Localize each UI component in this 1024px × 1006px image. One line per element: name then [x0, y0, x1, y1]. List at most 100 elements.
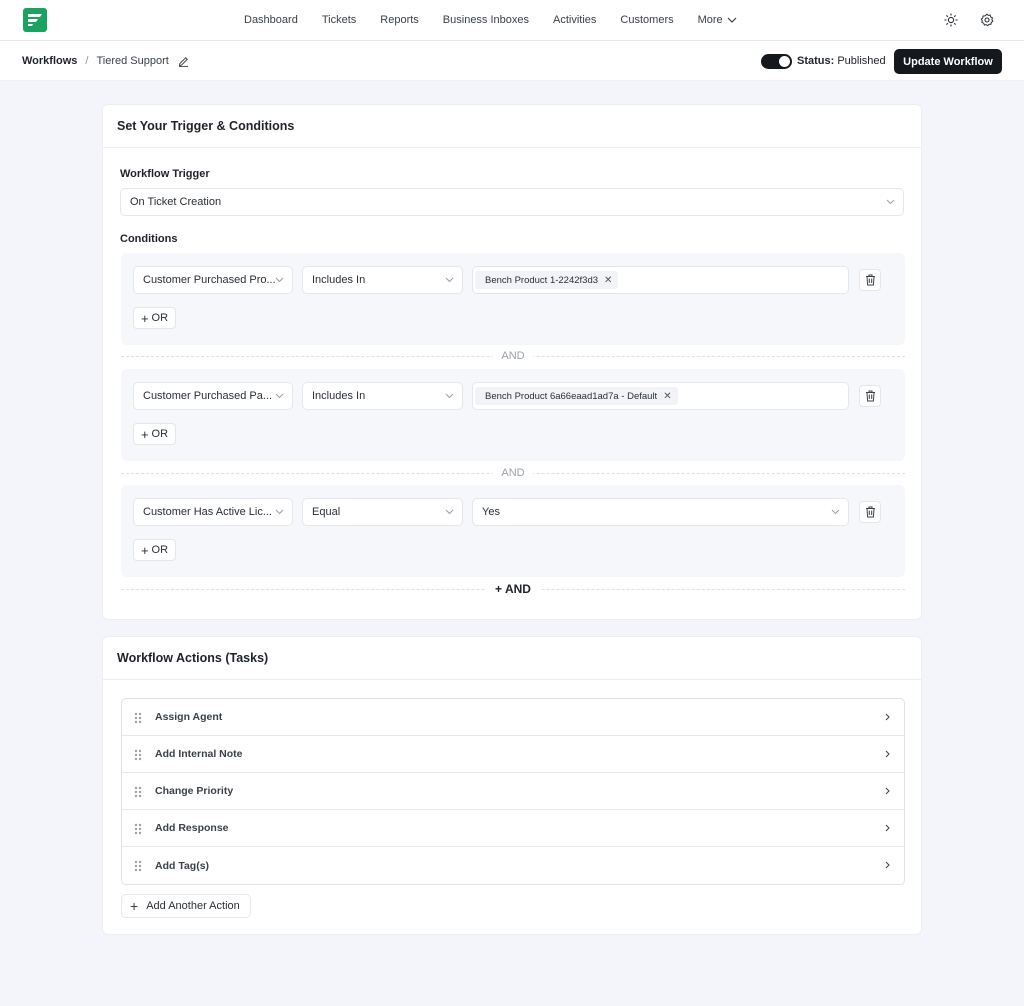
chevron-right-icon — [885, 824, 890, 832]
drag-handle-icon[interactable] — [134, 823, 142, 835]
trash-icon — [865, 390, 875, 402]
and-divider: AND — [121, 466, 905, 480]
chevron-down-icon — [445, 509, 454, 515]
chevron-down-icon — [275, 509, 284, 515]
plus-icon: + — [130, 898, 139, 914]
delete-condition-button[interactable] — [859, 501, 881, 523]
or-label: OR — [151, 544, 169, 556]
breadcrumb-separator: / — [85, 55, 89, 67]
sun-icon[interactable] — [944, 13, 958, 27]
action-item-assign-agent[interactable]: Assign Agent — [122, 699, 904, 736]
condition-operator-value: Equal — [312, 506, 341, 518]
status-label: Status: — [797, 55, 835, 67]
nav-more[interactable]: More — [698, 14, 737, 26]
toggle-knob — [779, 56, 790, 67]
chevron-right-icon — [885, 713, 890, 721]
condition-value-multiselect[interactable]: Bench Product 6a66eaad1ad7a - Default ✕ — [472, 382, 849, 410]
drag-handle-icon[interactable] — [134, 786, 142, 798]
drag-handle-icon[interactable] — [134, 749, 142, 761]
chevron-down-icon — [275, 277, 284, 283]
workflow-trigger-select[interactable]: On Ticket Creation — [120, 188, 904, 216]
tag-label: Bench Product 1-2242f3d3 — [485, 274, 599, 286]
chevron-down-icon — [727, 17, 737, 23]
selected-tag: Bench Product 6a66eaad1ad7a - Default ✕ — [475, 387, 678, 405]
workflow-actions-card: Workflow Actions (Tasks) Assign Agent Ad… — [102, 636, 922, 935]
update-workflow-button[interactable]: Update Workflow — [894, 49, 1002, 74]
condition-group: Customer Purchased Pa... Includes In Ben… — [121, 369, 905, 461]
publish-toggle[interactable] — [761, 54, 792, 69]
chevron-down-icon — [445, 277, 454, 283]
add-or-button[interactable]: + OR — [133, 539, 176, 561]
condition-field-value: Customer Purchased Pro... — [143, 274, 276, 286]
condition-field-value: Customer Has Active Lic... — [143, 506, 272, 518]
nav-activities[interactable]: Activities — [553, 14, 596, 26]
nav-more-label: More — [697, 14, 723, 26]
tag-label: Bench Product 6a66eaad1ad7a - Default — [485, 390, 658, 402]
condition-operator-value: Includes In — [312, 390, 366, 402]
condition-value-multiselect[interactable]: Bench Product 1-2242f3d3 ✕ — [472, 266, 849, 294]
add-another-action-button[interactable]: + Add Another Action — [121, 894, 251, 918]
and-label: AND — [492, 349, 534, 363]
main-nav: Dashboard Tickets Reports Business Inbox… — [244, 0, 761, 40]
and-label: AND — [492, 466, 534, 480]
remove-tag-icon[interactable]: ✕ — [604, 275, 612, 286]
plus-icon: + — [140, 426, 149, 442]
action-name: Add Response — [155, 822, 229, 834]
breadcrumb-workflows[interactable]: Workflows — [22, 55, 77, 67]
plus-icon: + — [140, 542, 149, 558]
status-text: Status: Published — [797, 54, 886, 69]
add-and-button[interactable]: + AND — [486, 582, 540, 596]
trash-icon — [865, 274, 875, 286]
breadcrumb: Workflows / Tiered Support — [22, 41, 189, 81]
add-or-button[interactable]: + OR — [133, 423, 176, 445]
condition-field-select[interactable]: Customer Purchased Pa... — [133, 382, 293, 410]
status-value: Published — [837, 55, 886, 67]
workflow-trigger-label: Workflow Trigger — [120, 168, 210, 180]
action-item-change-priority[interactable]: Change Priority — [122, 773, 904, 810]
condition-operator-select[interactable]: Includes In — [302, 382, 463, 410]
plus-icon: + — [140, 310, 149, 326]
drag-handle-icon[interactable] — [134, 712, 142, 724]
gear-icon[interactable] — [980, 13, 994, 27]
drag-handle-icon[interactable] — [134, 860, 142, 872]
action-item-add-tags[interactable]: Add Tag(s) — [122, 847, 904, 884]
condition-operator-select[interactable]: Includes In — [302, 266, 463, 294]
chevron-down-icon — [445, 393, 454, 399]
actions-card-title: Workflow Actions (Tasks) — [103, 637, 921, 680]
add-action-label: Add Another Action — [146, 900, 240, 912]
condition-field-value: Customer Purchased Pa... — [143, 390, 273, 402]
nav-reports[interactable]: Reports — [380, 14, 419, 26]
or-label: OR — [151, 428, 169, 440]
nav-tickets[interactable]: Tickets — [322, 14, 356, 26]
condition-field-select[interactable]: Customer Purchased Pro... — [133, 266, 293, 294]
action-name: Add Internal Note — [155, 748, 243, 760]
workflow-trigger-value: On Ticket Creation — [130, 196, 222, 208]
condition-field-select[interactable]: Customer Has Active Lic... — [133, 498, 293, 526]
remove-tag-icon[interactable]: ✕ — [663, 391, 671, 402]
action-name: Change Priority — [155, 785, 234, 797]
delete-condition-button[interactable] — [859, 269, 881, 291]
action-name: Add Tag(s) — [155, 859, 210, 872]
action-item-add-internal-note[interactable]: Add Internal Note — [122, 736, 904, 773]
nav-dashboard[interactable]: Dashboard — [244, 14, 298, 26]
chevron-right-icon — [885, 787, 890, 795]
edit-icon[interactable] — [178, 56, 189, 67]
condition-operator-value: Includes In — [312, 274, 366, 286]
condition-value-select[interactable]: Yes — [472, 498, 849, 526]
add-or-button[interactable]: + OR — [133, 307, 176, 329]
logo-icon — [28, 14, 42, 26]
or-label: OR — [151, 312, 169, 324]
chevron-right-icon — [885, 861, 890, 869]
action-list: Assign Agent Add Internal Note Change Pr… — [121, 698, 905, 885]
conditions-label: Conditions — [120, 233, 178, 245]
nav-customers[interactable]: Customers — [620, 14, 673, 26]
condition-group: Customer Purchased Pro... Includes In Be… — [121, 253, 905, 345]
action-item-add-response[interactable]: Add Response — [122, 810, 904, 847]
chevron-down-icon — [831, 509, 840, 515]
nav-business-inboxes[interactable]: Business Inboxes — [443, 14, 529, 26]
breadcrumb-current: Tiered Support — [96, 55, 169, 67]
delete-condition-button[interactable] — [859, 385, 881, 407]
app-logo[interactable] — [23, 8, 47, 32]
selected-tag: Bench Product 1-2242f3d3 ✕ — [475, 271, 619, 289]
condition-operator-select[interactable]: Equal — [302, 498, 463, 526]
